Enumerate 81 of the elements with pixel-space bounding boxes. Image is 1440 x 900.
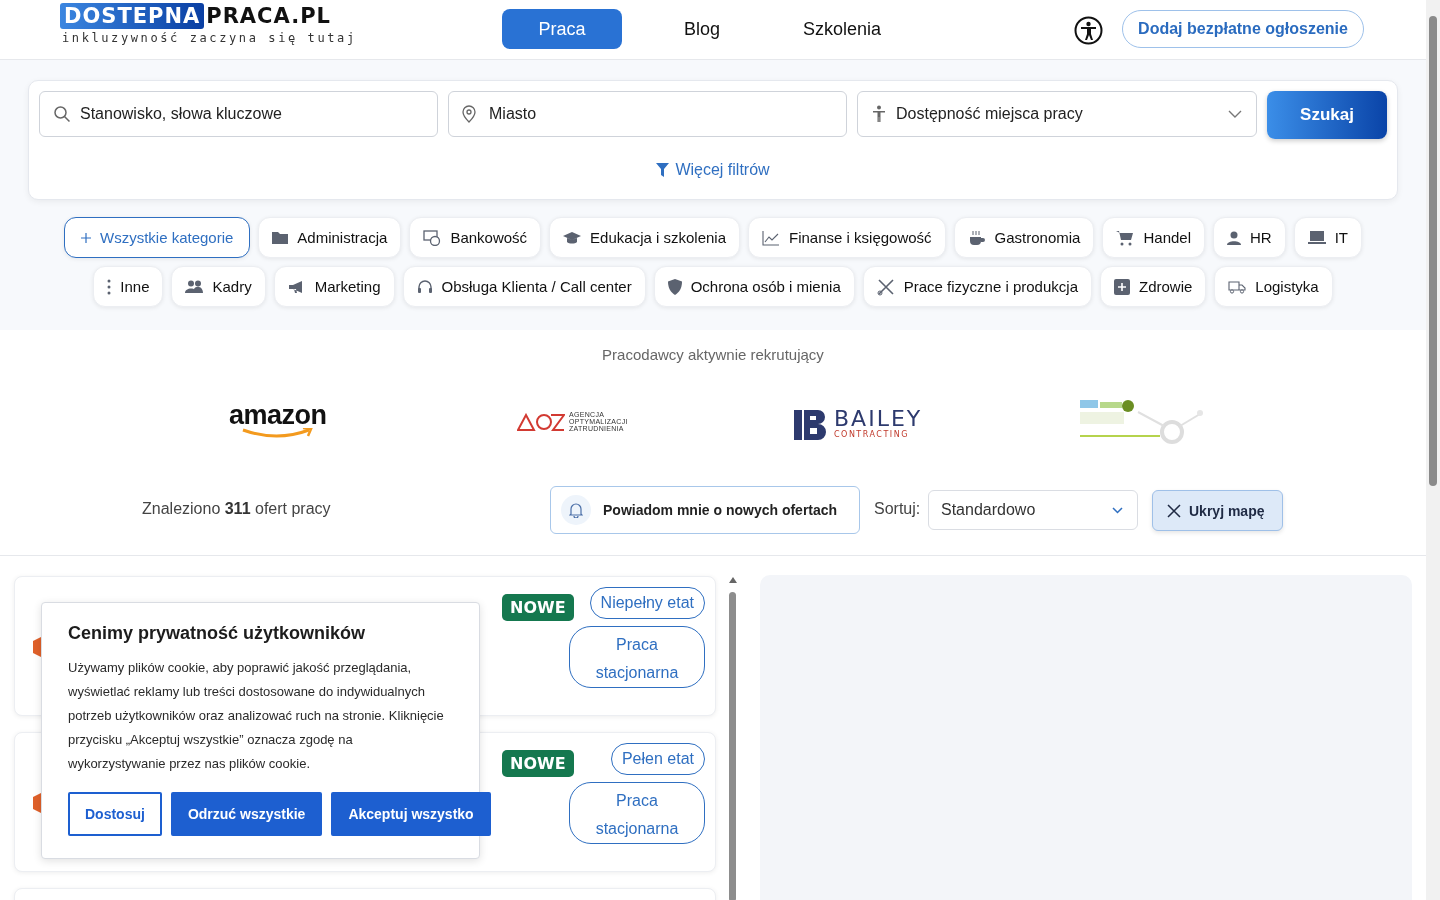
scroll-up-icon	[728, 576, 738, 584]
user-icon	[1227, 230, 1241, 245]
results-count-text: Znaleziono 311 ofert pracy	[142, 500, 331, 518]
employer-logo[interactable]: amazon	[229, 402, 327, 438]
search-icon	[53, 105, 71, 123]
logo-text: CONTRACTING	[834, 429, 910, 439]
medical-plus-icon	[1114, 278, 1130, 295]
category-chip[interactable]: Prace fizyczne i produkcja	[862, 266, 1092, 307]
vertical-dots-icon	[107, 278, 112, 295]
category-chip[interactable]: IT	[1293, 217, 1363, 258]
hide-map-button[interactable]: Ukryj mapę	[1152, 490, 1283, 531]
category-chip[interactable]: Obsługa Klienta / Call center	[402, 266, 646, 307]
category-chip[interactable]: Handel	[1102, 217, 1205, 258]
job-tag: Pełen etat	[610, 743, 705, 775]
accessibility-icon[interactable]	[1074, 16, 1103, 45]
list-scrollbar[interactable]	[727, 576, 739, 900]
dialog-title: Cenimy prywatność użytkowników	[68, 623, 367, 644]
location-pin-icon	[462, 105, 476, 123]
accessibility-dropdown[interactable]: Dostępność miejsca pracy	[857, 91, 1257, 137]
employer-logo[interactable]: BAILEY CONTRACTING	[794, 406, 923, 440]
tools-icon	[876, 277, 895, 296]
category-chip[interactable]: Kadry	[171, 266, 266, 307]
laptop-icon	[1307, 231, 1326, 244]
section-heading: Pracodawcy aktywnie rekrutujący	[601, 346, 825, 363]
category-chip[interactable]: Ochrona osób i mienia	[653, 266, 855, 307]
category-chip[interactable]: Inne	[93, 266, 164, 307]
cookie-button[interactable]: Odrzuć wszystkie	[170, 792, 323, 836]
money-icon	[423, 229, 442, 246]
add-listing-button[interactable]: Dodaj bezpłatne ogłoszenie	[1122, 10, 1364, 48]
logo-tagline: inkluzywność zaczyna się tutaj	[61, 31, 357, 45]
page-scrollbar[interactable]	[1426, 0, 1440, 900]
graduation-cap-icon	[563, 230, 582, 245]
filter-icon	[656, 163, 670, 177]
cookie-button[interactable]: Dostosuj	[68, 792, 162, 836]
category-chip[interactable]: Gastronomia	[953, 217, 1095, 258]
category-chip[interactable]: Bankowość	[409, 217, 542, 258]
sort-dropdown[interactable]: Standardowo	[928, 490, 1138, 530]
shield-icon	[667, 278, 682, 295]
cookie-button[interactable]: Akceptuj wszystko	[331, 792, 491, 836]
job-tag: Niepełny etat	[589, 587, 705, 619]
new-badge: NOWE	[502, 594, 574, 621]
category-chip[interactable]: Zdrowie	[1100, 266, 1207, 307]
more-filters-link[interactable]: Więcej filtrów	[656, 161, 770, 179]
category-chip[interactable]: Marketing	[273, 266, 395, 307]
plus-icon	[80, 232, 91, 243]
city-field[interactable]: Miasto	[448, 91, 847, 137]
folder-icon	[272, 231, 289, 244]
aoz-mark-icon	[517, 412, 565, 431]
logo-text: DOSTEPNA	[60, 3, 205, 29]
logo-text: BAILEY	[834, 407, 923, 430]
category-chip[interactable]: Logistyka	[1214, 266, 1333, 307]
category-chip[interactable]: Administracja	[258, 217, 402, 258]
dialog-text: Używamy plików cookie, aby poprawić jakość przeglądania, wyświetlać reklamy lub treści dostosowane do indywidualnych potrzeb użytkowników oraz analizować ruch na stronie. Kliknięcie przycisku „Akceptuj wszystkie” oznacza zgodę na wykorzystywanie przez nas plików cookie.	[68, 659, 445, 773]
category-chip[interactable]: Finanse i księgowość	[748, 217, 946, 258]
smile-arrow-icon	[240, 428, 315, 438]
category-chip[interactable]: HR	[1213, 217, 1286, 258]
keyword-search-field[interactable]: Stanowisko, słowa kluczowe	[39, 91, 438, 137]
truck-icon	[1228, 279, 1247, 294]
bell-icon	[569, 502, 583, 518]
logo-text: PRACA.PL	[205, 4, 331, 28]
nav-link[interactable]: Szkolenia	[782, 9, 902, 49]
category-chip[interactable]: Wszystkie kategorie	[63, 217, 251, 258]
new-badge: NOWE	[502, 750, 574, 777]
headset-icon	[416, 278, 433, 295]
users-icon	[185, 280, 204, 293]
nav-link[interactable]: Blog	[642, 9, 762, 49]
chevron-down-icon	[1112, 506, 1123, 514]
sort-label: Sortuj:	[874, 500, 921, 518]
close-icon	[1167, 503, 1181, 518]
category-chip[interactable]: Edukacja i szkolenia	[549, 217, 740, 258]
logo-text: amazon	[229, 402, 327, 428]
nav-link[interactable]: Praca	[502, 9, 622, 49]
chart-icon	[762, 229, 780, 246]
job-tag: Praca stacjonarna	[569, 782, 705, 844]
accessibility-person-icon	[872, 105, 886, 123]
job-tag: Praca stacjonarna	[569, 626, 705, 688]
search-button[interactable]: Szukaj	[1267, 91, 1387, 139]
coffee-cup-icon	[967, 229, 986, 246]
cart-icon	[1116, 229, 1135, 246]
chevron-down-icon	[1228, 110, 1242, 118]
job-alert-button[interactable]: Powiadom mnie o nowych ofertach	[550, 486, 860, 534]
